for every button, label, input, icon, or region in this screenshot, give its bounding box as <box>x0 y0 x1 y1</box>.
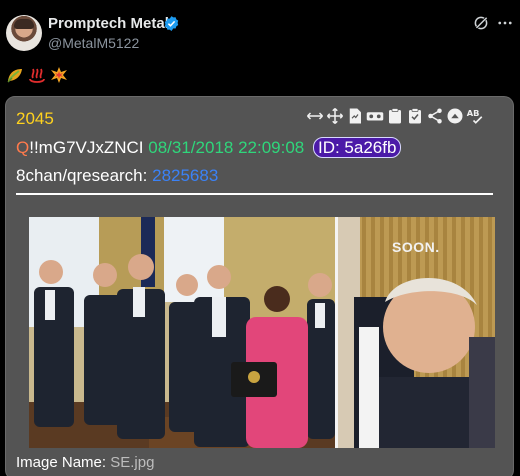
post-meta-line: Q!!mG7VJxZNCI 08/31/2018 22:09:08 ID: 5a… <box>16 137 402 158</box>
leaf-emoji <box>6 66 24 84</box>
up-arrow-icon[interactable] <box>446 107 464 125</box>
divider <box>16 193 493 195</box>
image-name-caption: Image Name: SE.jpg <box>16 454 154 471</box>
user-handle[interactable]: @MetalM5122 <box>48 35 139 51</box>
board-name: 8chan/qresearch: <box>16 166 148 185</box>
clipboard-check-icon[interactable] <box>406 107 424 125</box>
poster-id-badge[interactable]: ID: 5a26fb <box>312 137 402 158</box>
post-number: 2045 <box>16 109 54 128</box>
glasses-icon[interactable] <box>366 107 384 125</box>
card-toolbar: AB <box>306 107 484 129</box>
move-icon[interactable] <box>326 107 344 125</box>
image-split-divider <box>335 217 338 448</box>
grok-icon[interactable] <box>472 14 490 32</box>
avatar[interactable] <box>6 15 42 51</box>
q-letter: Q <box>16 138 30 157</box>
svg-text:AB: AB <box>467 108 480 118</box>
verified-badge-icon <box>164 16 179 31</box>
spellcheck-icon[interactable]: AB <box>466 107 484 125</box>
board-line: 8chan/qresearch: 2825683 <box>16 166 218 186</box>
file-icon[interactable] <box>346 107 364 125</box>
share-icon[interactable] <box>426 107 444 125</box>
image-overlay-text: SOON. <box>392 239 440 255</box>
post-timestamp: 08/31/2018 22:09:08 <box>148 138 305 157</box>
q-drop-card[interactable]: 2045 AB Q!!mG7VJxZNCI 08/31/2018 22:09:0… <box>5 96 514 476</box>
tweet-emoji-text <box>6 66 68 84</box>
post-image[interactable]: SOON. <box>29 217 495 448</box>
clipboard-icon[interactable] <box>386 107 404 125</box>
thread-link[interactable]: 2825683 <box>152 166 218 185</box>
collision-emoji <box>50 66 68 84</box>
resize-icon[interactable] <box>306 107 324 125</box>
tripcode: !!mG7VJxZNCI <box>29 138 144 157</box>
image-name-label: Image Name: <box>16 454 107 471</box>
image-file-name[interactable]: SE.jpg <box>110 454 154 471</box>
hotsprings-emoji <box>28 66 46 84</box>
display-name[interactable]: Promptech Metal <box>48 15 169 32</box>
more-icon[interactable] <box>496 14 514 32</box>
